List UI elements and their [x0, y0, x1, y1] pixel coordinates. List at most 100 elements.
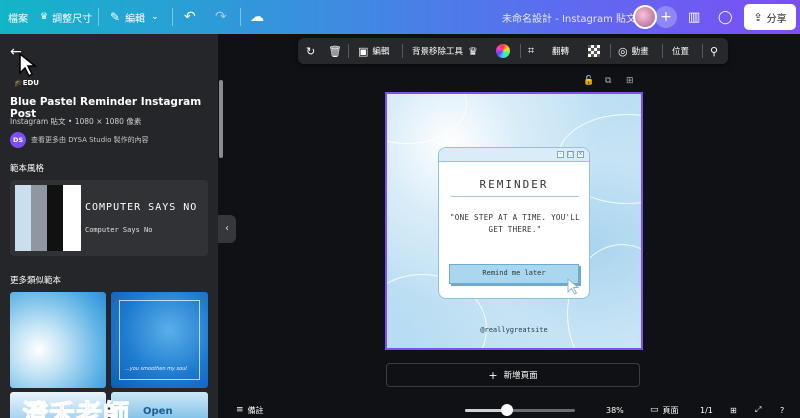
pages-button[interactable]: ▭ 頁面: [650, 402, 679, 418]
redo-button[interactable]: ↷: [215, 0, 227, 34]
window-close-icon: ×: [577, 151, 584, 158]
edit-image-button[interactable]: ▣ 編輯: [358, 38, 389, 64]
comments-button[interactable]: ◯: [718, 0, 733, 34]
plus-icon: +: [488, 368, 498, 382]
replace-button[interactable]: ↻: [306, 38, 319, 64]
reminder-quote: "ONE STEP AT A TIME. YOU'LL GET THERE.": [449, 213, 580, 234]
transparency-button[interactable]: [588, 38, 600, 64]
divider: [240, 8, 241, 26]
color-swatch: [15, 185, 31, 251]
zoom-value[interactable]: 38%: [606, 402, 624, 418]
add-collaborator-button[interactable]: +: [655, 6, 677, 28]
template-details-panel: ← 🎓EDU Blue Pastel Reminder Instagram Po…: [0, 34, 218, 418]
chevron-left-icon: ‹: [225, 223, 229, 234]
template-thumbnail[interactable]: [10, 292, 106, 388]
mouse-pointer-icon: [567, 278, 580, 295]
remind-later-button: Remind me later: [449, 264, 579, 284]
reminder-window[interactable]: - □ × REMINDER "ONE STEP AT A TIME. YOU'…: [438, 147, 590, 299]
thumbnail-text: Open: [143, 406, 173, 417]
fullscreen-button[interactable]: ⤢: [755, 402, 761, 418]
insights-button[interactable]: ▥: [688, 0, 700, 34]
crop-button[interactable]: ⌗: [528, 38, 538, 64]
window-minimize-icon: -: [557, 151, 564, 158]
thumbnail-text: ...you smoothen my soul: [125, 366, 187, 372]
crown-icon: ♛: [40, 12, 49, 22]
pages-icon: ▭: [650, 405, 659, 415]
save-status-button[interactable]: ☁: [250, 0, 264, 34]
animate-icon: ◎: [618, 44, 628, 58]
author-link[interactable]: DS 查看更多由 DYSA Studio 製作的內容: [10, 132, 149, 148]
divider: [348, 44, 349, 58]
edit-mode-dropdown[interactable]: ✎ 編輯 ⌄: [110, 0, 159, 34]
grid-view-button[interactable]: ⊞: [730, 402, 737, 418]
paint-roller-icon: ⚲: [710, 44, 719, 58]
panel-scrollbar[interactable]: [219, 80, 223, 158]
bar-chart-icon: ▥: [688, 9, 701, 25]
plus-icon: +: [660, 9, 672, 25]
image-icon: ▣: [358, 44, 369, 58]
notes-button[interactable]: ≡ 備註: [236, 402, 264, 418]
copy-style-button[interactable]: ⚲: [710, 38, 722, 64]
duplicate-page-button[interactable]: ⧉: [605, 76, 611, 86]
undo-icon: ↶: [184, 9, 196, 25]
grid-icon: ⊞: [730, 405, 737, 415]
share-button[interactable]: ⇪ 分享: [744, 4, 796, 30]
delete-button[interactable]: 🗑: [328, 38, 346, 64]
color-picker-button[interactable]: [496, 38, 510, 64]
watermark: 澄禾老師: [21, 400, 131, 418]
cloud-icon: ☁: [250, 9, 264, 25]
divider: [451, 196, 579, 197]
reminder-title: REMINDER: [479, 178, 549, 191]
page-count: 1/1: [700, 405, 713, 415]
help-icon: ?: [780, 405, 785, 415]
redo-icon: ↷: [215, 9, 227, 25]
website-text: @reallygreatsite: [480, 326, 548, 334]
pencil-icon: ✎: [110, 10, 121, 24]
color-swatch: [47, 185, 63, 251]
decor-wave: [387, 94, 467, 144]
duplicate-icon: ⧉: [605, 76, 612, 86]
author-text: 查看更多由 DYSA Studio 製作的內容: [31, 136, 149, 144]
author-avatar: DS: [10, 132, 26, 148]
divider: [702, 44, 703, 58]
design-title[interactable]: 未命名設計 - Instagram 貼文: [502, 0, 636, 34]
position-button[interactable]: 位置: [672, 38, 689, 64]
divider: [520, 44, 521, 58]
refresh-icon: ↻: [306, 44, 316, 58]
collapse-panel-button[interactable]: ‹: [218, 215, 236, 243]
file-menu[interactable]: 檔案: [8, 0, 28, 34]
template-style-card[interactable]: COMPUTER SAYS NO Computer Says No: [10, 180, 208, 256]
avatar[interactable]: [633, 5, 657, 29]
notes-icon: ≡: [236, 405, 244, 415]
divider: [172, 8, 173, 26]
divider: [98, 8, 99, 26]
top-bar: 檔案 ♛ 調整尺寸 ✎ 編輯 ⌄ ↶ ↷ ☁ 未命名設計 - Instagram…: [0, 0, 800, 34]
color-swatch: [31, 185, 47, 251]
edu-badge: 🎓EDU: [14, 79, 39, 87]
mouse-pointer-icon: [19, 52, 38, 78]
add-page-icon-button[interactable]: ⊞: [626, 76, 634, 86]
resize-button[interactable]: ♛ 調整尺寸: [40, 0, 92, 34]
transparency-icon: [588, 45, 600, 57]
template-thumbnail[interactable]: ...you smoothen my soul: [111, 292, 208, 388]
window-title-bar: - □ ×: [439, 148, 589, 162]
expand-icon: ⤢: [755, 405, 762, 414]
design-canvas[interactable]: - □ × REMINDER "ONE STEP AT A TIME. YOU'…: [385, 92, 643, 350]
color-swatch: [63, 185, 81, 251]
animate-button[interactable]: ◎ 動畫: [618, 38, 649, 64]
background-remover-button[interactable]: 背景移除工具 ♛: [412, 38, 478, 64]
zoom-slider[interactable]: [465, 409, 575, 412]
divider: [610, 44, 611, 58]
help-button[interactable]: ?: [780, 402, 784, 418]
zoom-slider-handle[interactable]: [500, 404, 513, 416]
add-page-button[interactable]: + 新增頁面: [386, 363, 640, 387]
trash-icon: 🗑: [328, 44, 342, 58]
crop-icon: ⌗: [528, 44, 535, 57]
font-sample-primary: COMPUTER SAYS NO: [85, 202, 198, 213]
flip-button[interactable]: 翻轉: [552, 38, 569, 64]
add-page-icon: ⊞: [626, 76, 634, 86]
undo-button[interactable]: ↶: [184, 0, 196, 34]
comment-icon: ◯: [718, 9, 733, 25]
divider: [662, 44, 663, 58]
lock-page-button[interactable]: 🔓: [583, 76, 594, 86]
